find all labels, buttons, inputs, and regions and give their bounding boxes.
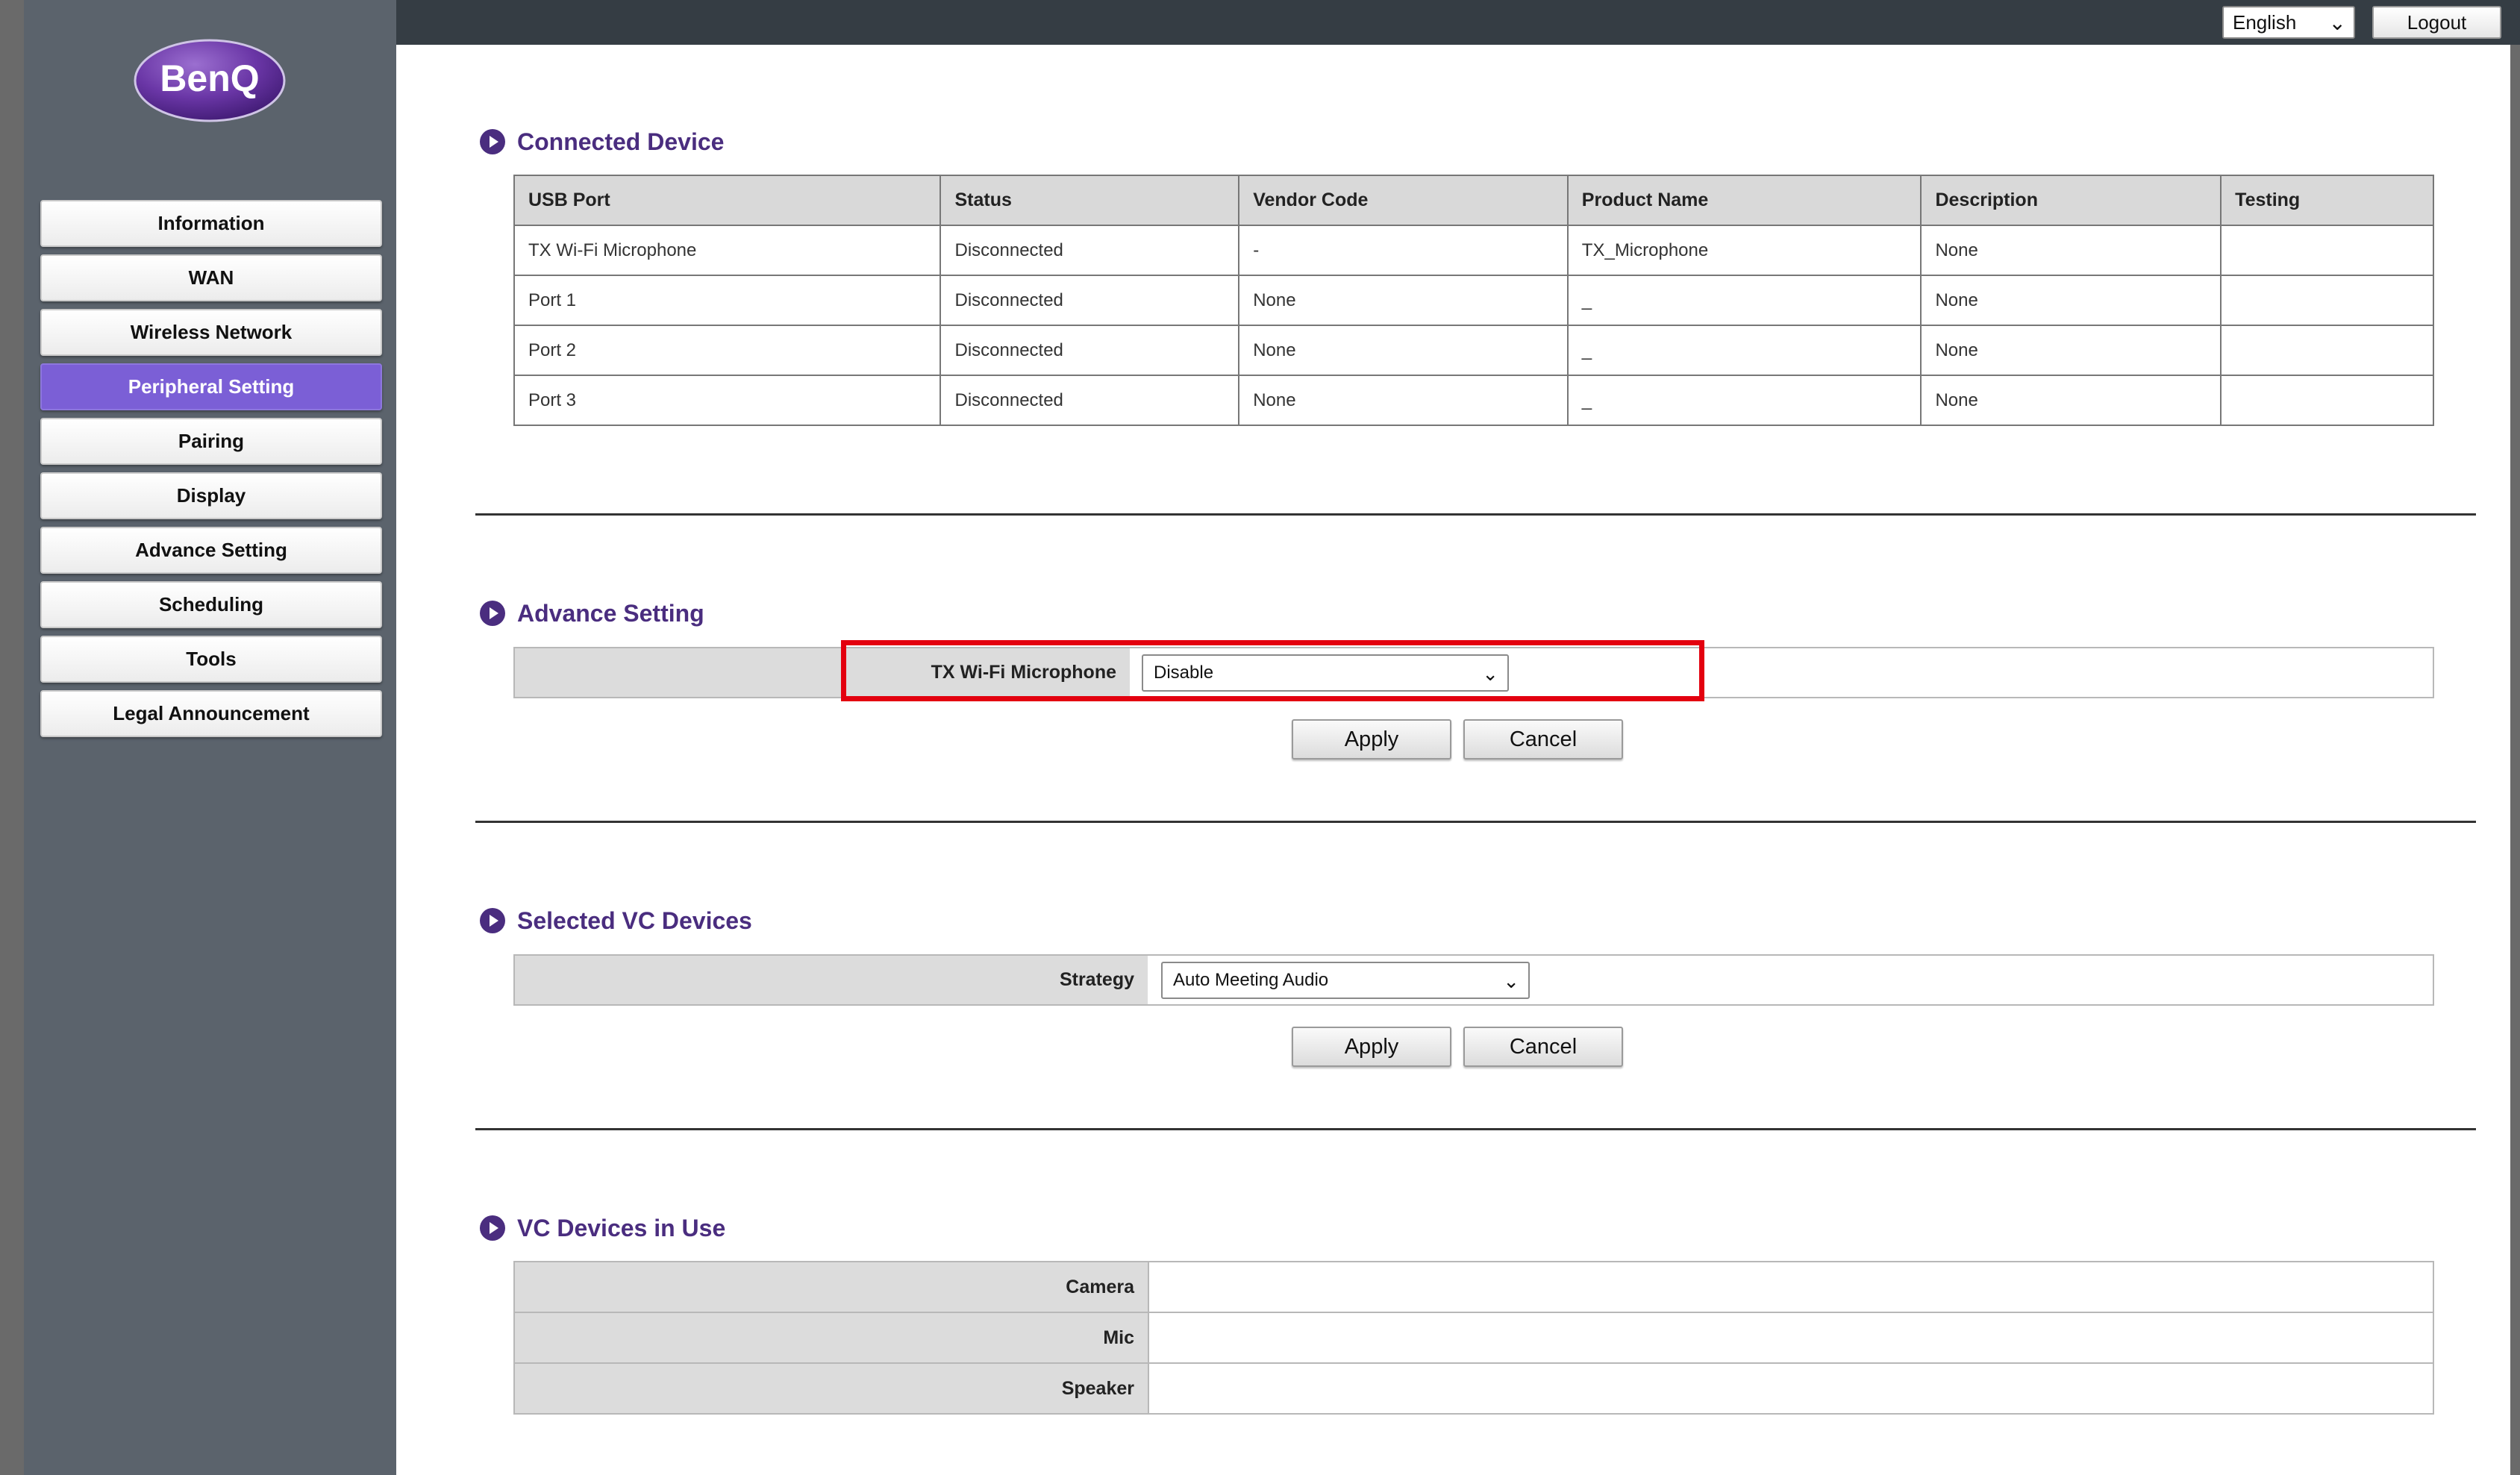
section-advance-setting: Advance Setting xyxy=(480,598,704,628)
window-right-edge xyxy=(2510,45,2520,1475)
section-title: Advance Setting xyxy=(517,599,704,627)
sidebar-item-display[interactable]: Display xyxy=(40,472,382,519)
section-vc-devices-in-use: VC Devices in Use xyxy=(480,1213,725,1243)
table-cell: None xyxy=(1238,325,1569,376)
vc-devices-in-use-table: Camera Mic Speaker xyxy=(513,1261,2434,1415)
table-cell xyxy=(2220,225,2434,276)
strategy-select[interactable]: Auto Meeting Audio ⌄ xyxy=(1161,962,1530,999)
highlight-box xyxy=(841,640,1704,701)
sidebar-item-advance-setting[interactable]: Advance Setting xyxy=(40,527,382,574)
column-header: Vendor Code xyxy=(1238,175,1569,226)
table-cell: Port 3 xyxy=(513,375,942,426)
select-value: Auto Meeting Audio xyxy=(1173,970,1329,990)
column-header: Status xyxy=(939,175,1240,226)
table-header-row: USB Port Status Vendor Code Product Name… xyxy=(513,175,2434,226)
play-icon xyxy=(480,129,505,154)
table-cell: None xyxy=(1920,275,2222,326)
chevron-down-icon: ⌄ xyxy=(2328,11,2346,34)
play-icon xyxy=(480,601,505,626)
column-header: USB Port xyxy=(513,175,942,226)
table-cell: Port 2 xyxy=(513,325,942,376)
column-header: Description xyxy=(1920,175,2222,226)
table-row: Port 1 Disconnected None _ None xyxy=(513,275,2434,326)
speaker-label: Speaker xyxy=(513,1362,1149,1415)
table-cell: Port 1 xyxy=(513,275,942,326)
table-row: Mic xyxy=(513,1312,2434,1364)
table-cell: None xyxy=(1238,275,1569,326)
table-cell: - xyxy=(1238,225,1569,276)
table-cell: _ xyxy=(1566,325,1922,376)
logout-button[interactable]: Logout xyxy=(2372,6,2501,39)
svg-text:BenQ: BenQ xyxy=(160,57,259,99)
column-header: Product Name xyxy=(1566,175,1922,226)
table-cell: _ xyxy=(1566,375,1922,426)
table-row: Camera xyxy=(513,1261,2434,1313)
sidebar-item-legal-announcement[interactable]: Legal Announcement xyxy=(40,690,382,737)
sidebar-item-tools[interactable]: Tools xyxy=(40,636,382,683)
table-cell: _ xyxy=(1566,275,1922,326)
play-icon xyxy=(480,908,505,933)
vc-apply-button[interactable]: Apply xyxy=(1292,1027,1451,1067)
window-left-edge xyxy=(0,0,24,1475)
column-header: Testing xyxy=(2220,175,2434,226)
mic-value xyxy=(1148,1312,2434,1364)
section-divider xyxy=(475,513,2476,516)
table-cell: Disconnected xyxy=(939,375,1240,426)
section-selected-vc-devices: Selected VC Devices xyxy=(480,906,752,936)
sidebar-item-information[interactable]: Information xyxy=(40,200,382,247)
section-divider xyxy=(475,821,2476,823)
table-row: TX Wi-Fi Microphone Disconnected - TX_Mi… xyxy=(513,225,2434,276)
table-cell: None xyxy=(1920,375,2222,426)
table-cell: None xyxy=(1920,225,2222,276)
section-title: Selected VC Devices xyxy=(517,906,752,934)
vc-cancel-button[interactable]: Cancel xyxy=(1463,1027,1623,1067)
camera-label: Camera xyxy=(513,1261,1149,1313)
camera-value xyxy=(1148,1261,2434,1313)
sidebar-item-pairing[interactable]: Pairing xyxy=(40,418,382,465)
mic-label: Mic xyxy=(513,1312,1149,1364)
sidebar-item-wireless-network[interactable]: Wireless Network xyxy=(40,309,382,356)
section-title: Connected Device xyxy=(517,128,725,155)
table-cell: TX Wi-Fi Microphone xyxy=(513,225,942,276)
sidebar-item-peripheral-setting[interactable]: Peripheral Setting xyxy=(40,363,382,410)
language-value: English xyxy=(2233,10,2297,34)
section-connected-device: Connected Device xyxy=(480,127,724,157)
section-title: VC Devices in Use xyxy=(517,1214,726,1241)
advance-cancel-button[interactable]: Cancel xyxy=(1463,719,1623,760)
play-icon xyxy=(480,1215,505,1241)
speaker-value xyxy=(1148,1362,2434,1415)
sidebar-item-scheduling[interactable]: Scheduling xyxy=(40,581,382,628)
table-cell: None xyxy=(1920,325,2222,376)
table-row: Speaker xyxy=(513,1362,2434,1415)
section-divider xyxy=(475,1128,2476,1130)
table-cell: Disconnected xyxy=(939,275,1240,326)
table-row: Port 3 Disconnected None _ None xyxy=(513,375,2434,426)
sidebar-item-wan[interactable]: WAN xyxy=(40,254,382,301)
table-cell xyxy=(2220,275,2434,326)
advance-apply-button[interactable]: Apply xyxy=(1292,719,1451,760)
table-row: Port 2 Disconnected None _ None xyxy=(513,325,2434,376)
table-cell: None xyxy=(1238,375,1569,426)
strategy-row: Strategy Auto Meeting Audio ⌄ xyxy=(513,954,2434,1006)
chevron-down-icon: ⌄ xyxy=(1503,970,1519,992)
table-cell xyxy=(2220,375,2434,426)
top-bar xyxy=(396,0,2520,45)
language-select[interactable]: English ⌄ xyxy=(2222,6,2355,39)
table-cell: Disconnected xyxy=(939,225,1240,276)
table-cell xyxy=(2220,325,2434,376)
strategy-label: Strategy xyxy=(515,956,1148,1004)
table-cell: Disconnected xyxy=(939,325,1240,376)
connected-device-table: USB Port Status Vendor Code Product Name… xyxy=(513,175,2434,426)
benq-logo: BenQ xyxy=(133,37,287,124)
table-cell: TX_Microphone xyxy=(1566,225,1922,276)
